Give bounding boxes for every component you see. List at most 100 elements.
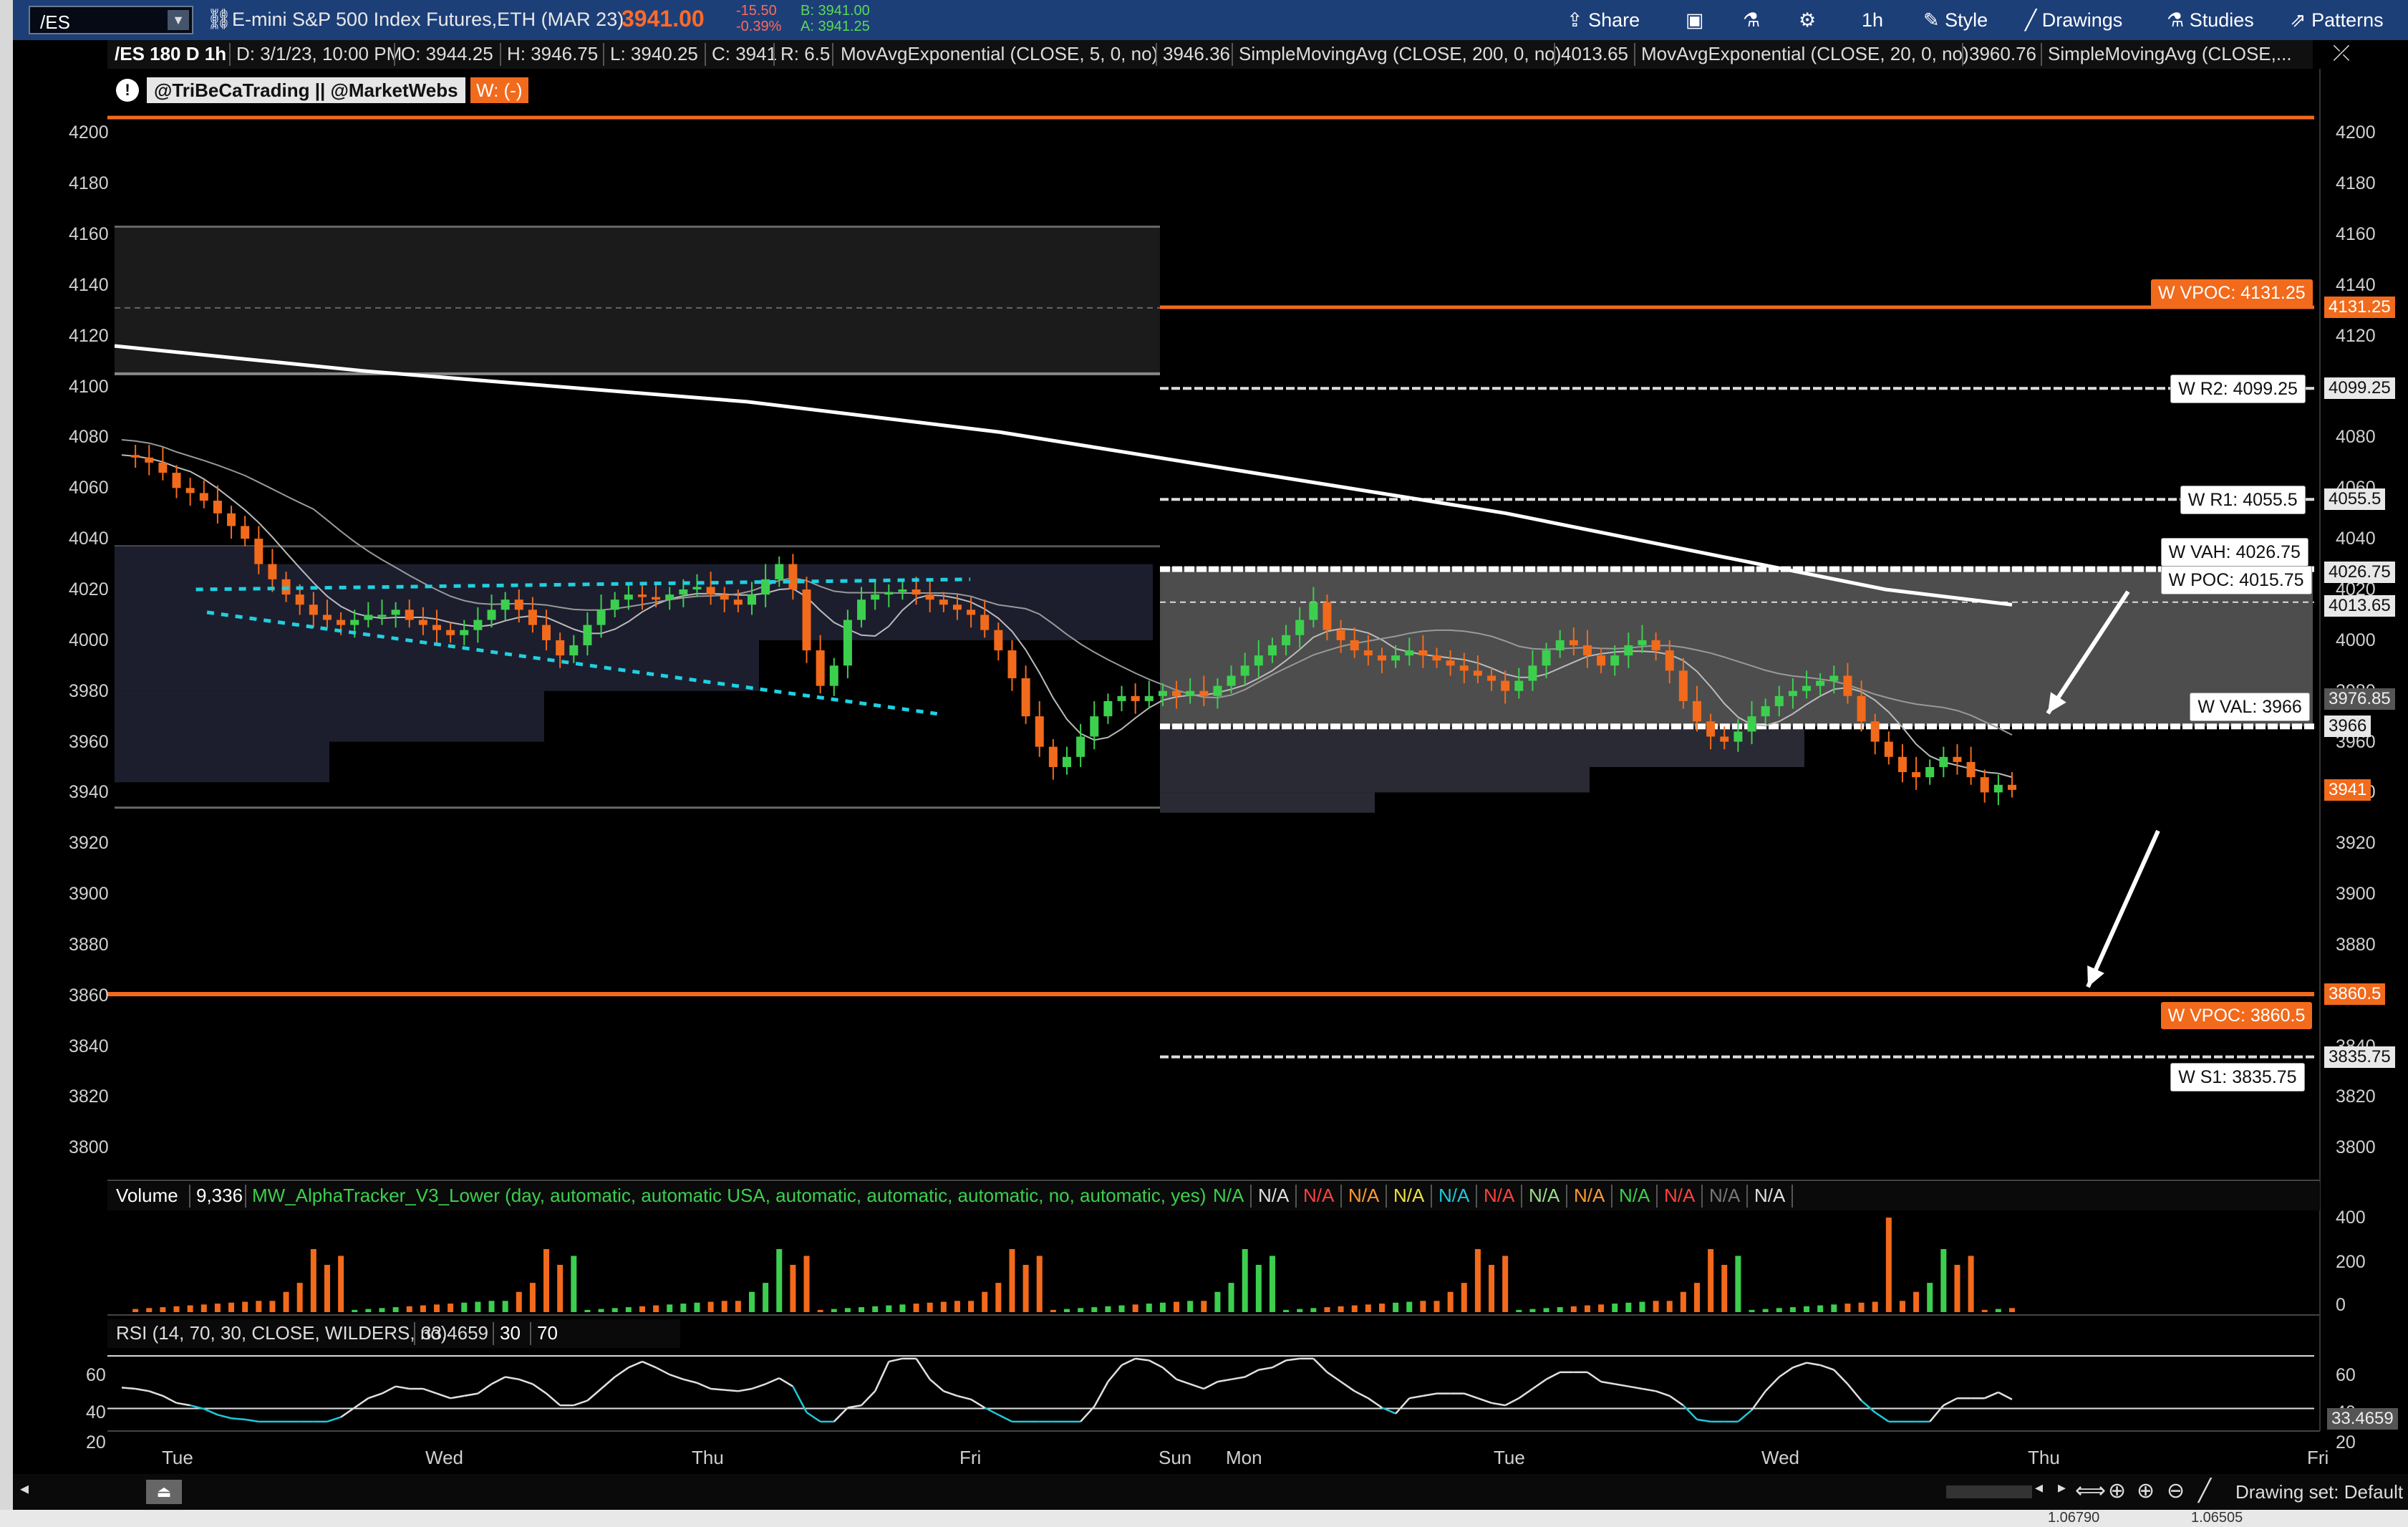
level-label[interactable]: W S1: 3835.75 [2170, 1063, 2305, 1092]
candle-body [802, 589, 811, 651]
time-axis-label[interactable]: Sun [1159, 1447, 1191, 1469]
ema20-label[interactable]: MovAvgExponential (CLOSE, 20, 0, no) [1641, 43, 1969, 65]
price-tick-label[interactable]: 3920 [2336, 833, 2376, 854]
candle-body [213, 501, 222, 514]
alphatracker-label[interactable]: MW_AlphaTracker_V3_Lower (day, automatic… [252, 1185, 1206, 1207]
price-tick-label[interactable]: 3800 [2336, 1137, 2376, 1158]
time-axis-label[interactable]: Wed [425, 1447, 463, 1469]
volume-bar [1214, 1291, 1221, 1312]
volume-bar [927, 1302, 933, 1312]
chevron-left-icon[interactable]: ◂ [20, 1478, 29, 1499]
time-axis-label[interactable]: Tue [1494, 1447, 1525, 1469]
flexible-grid-button[interactable]: ▣ [1686, 6, 1704, 34]
share-button[interactable]: ⇪ Share [1567, 6, 1640, 34]
time-axis-label[interactable]: Fri [2307, 1447, 2329, 1469]
link-icon[interactable]: ⛓ [206, 7, 232, 31]
drawings-button[interactable]: ╱ Drawings [2025, 6, 2122, 34]
drawing-set-label[interactable]: Drawing set: Default [2235, 1481, 2403, 1503]
rsi-tick-label: 40 [86, 1402, 106, 1422]
chart-canvas[interactable] [0, 0, 2408, 1527]
chevron-right-icon[interactable]: ▸ [2058, 1478, 2066, 1497]
na-flag: N/A [1754, 1185, 1786, 1206]
candle-body [1638, 640, 1647, 645]
volume-bar [1461, 1283, 1467, 1312]
zoom-out-icon[interactable]: ⊖ [2167, 1478, 2185, 1503]
time-axis-label[interactable]: Tue [162, 1447, 193, 1469]
crosshair-icon[interactable]: ⊕ [2108, 1478, 2126, 1503]
level-label[interactable]: W POC: 4015.75 [2160, 565, 2312, 594]
style-button[interactable]: ✎ Style [1923, 6, 1988, 34]
volume-bar [1899, 1301, 1905, 1312]
zoom-in-icon[interactable]: ⊕ [2137, 1478, 2155, 1503]
sma200-label[interactable]: SimpleMovingAvg (CLOSE, 200, 0, no) [1239, 43, 1561, 65]
price-tick-label[interactable]: 4140 [2336, 275, 2376, 296]
expand-horizontal-icon[interactable]: ⟺ [2075, 1478, 2106, 1503]
cursor-icon[interactable]: ⤫ [2333, 42, 2350, 66]
studies-button[interactable]: ⚗ Studies [2167, 6, 2254, 34]
sma-extra-label[interactable]: SimpleMovingAvg (CLOSE,... [2048, 43, 2292, 65]
line-tool-icon[interactable]: ╱ [2198, 1478, 2211, 1503]
volume-bar [611, 1308, 618, 1312]
candle-body [1843, 675, 1852, 696]
volume-bar [1064, 1309, 1070, 1312]
separator [394, 43, 395, 66]
price-tick-label[interactable]: 4080 [2336, 427, 2376, 448]
level-label[interactable]: W R1: 4055.5 [2180, 486, 2306, 515]
settings-button[interactable]: ⚙ [1799, 6, 1816, 34]
candle-body [952, 604, 962, 610]
price-tick-label[interactable]: 3900 [2336, 884, 2376, 905]
ema5-label[interactable]: MovAvgExponential (CLOSE, 5, 0, no) [841, 43, 1158, 65]
na-flag: N/A [1303, 1185, 1335, 1206]
separator [245, 1185, 246, 1208]
level-label[interactable]: W VPOC: 3860.5 [2160, 1002, 2313, 1030]
price-tick-label: 4060 [69, 478, 109, 498]
price-tick-label[interactable]: 3820 [2336, 1087, 2376, 1107]
collapse-panel-button[interactable]: ⏏ [146, 1480, 182, 1504]
level-label[interactable]: W VAL: 3966 [2190, 692, 2310, 721]
price-tag: 3941 [2324, 779, 2371, 801]
level-label[interactable]: W R2: 4099.25 [2170, 375, 2306, 404]
price-tick-label[interactable]: 4000 [2336, 630, 2376, 651]
separator [1521, 1185, 1522, 1208]
volume-bar [831, 1309, 837, 1312]
volume-bar [379, 1308, 385, 1312]
volume-bar [1694, 1283, 1700, 1312]
candle-body [241, 526, 250, 539]
time-axis-label[interactable]: Thu [692, 1447, 724, 1469]
symbol-selector[interactable]: /ES ▼ [29, 6, 193, 34]
patterns-button[interactable]: ⇗ Patterns [2290, 6, 2384, 34]
rsi-value: 33.4659 [421, 1322, 488, 1344]
candle-body [1117, 695, 1126, 701]
volume-bar [529, 1283, 536, 1312]
beaker-icon: ⚗ [1743, 9, 1761, 31]
chevron-down-icon[interactable]: ▼ [168, 10, 189, 30]
price-tick-label[interactable]: 4160 [2336, 224, 2376, 245]
price-tick-label: 4120 [69, 325, 109, 346]
price-tick-label[interactable]: 3880 [2336, 935, 2376, 955]
price-tick-label[interactable]: 4120 [2336, 326, 2376, 347]
bid-price: B: 3941.00 [801, 3, 870, 19]
price-tick-label[interactable]: 4180 [2336, 173, 2376, 194]
candle-body [1761, 705, 1770, 717]
price-tick-label[interactable]: 4040 [2336, 529, 2376, 549]
price-tick-label[interactable]: 4200 [2336, 122, 2376, 143]
time-axis-label[interactable]: Fri [959, 1447, 981, 1469]
level-label[interactable]: W VPOC: 4131.25 [2151, 279, 2313, 307]
symbol-text[interactable]: /ES [40, 11, 70, 34]
time-axis-label[interactable]: Mon [1226, 1447, 1262, 1469]
level-label[interactable]: W VAH: 4026.75 [2160, 537, 2308, 567]
volume-bar [1297, 1309, 1303, 1312]
rsi-label[interactable]: RSI (14, 70, 30, CLOSE, WILDERS, no) [116, 1322, 447, 1344]
candle-body [1953, 756, 1962, 762]
scrollbar-thumb[interactable] [1946, 1485, 2032, 1498]
time-axis-label[interactable]: Wed [1761, 1447, 1799, 1469]
time-axis-label[interactable]: Thu [2028, 1447, 2060, 1469]
volume-bar [1927, 1283, 1933, 1312]
candle-body [1350, 640, 1359, 651]
chevron-left-icon[interactable]: ◂ [2035, 1478, 2043, 1497]
volume-bar [1078, 1308, 1084, 1312]
volume-bar [721, 1301, 727, 1312]
beaker-button[interactable]: ⚗ [1743, 6, 1760, 34]
timeframe-button[interactable]: 1h [1862, 6, 1883, 34]
volume-bar [228, 1302, 235, 1312]
